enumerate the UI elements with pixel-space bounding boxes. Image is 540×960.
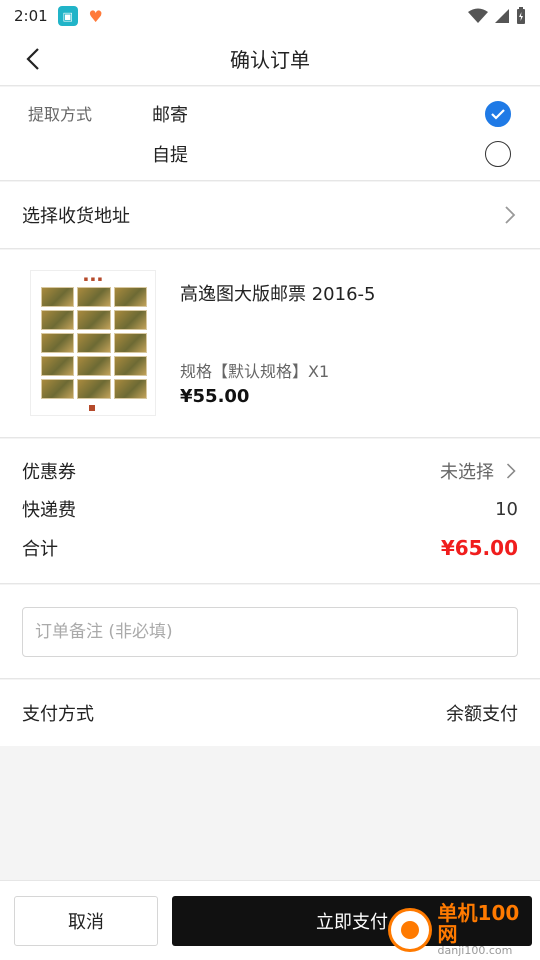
page-title: 确认订单: [230, 48, 310, 72]
total-value: ¥65.00: [440, 536, 518, 560]
option-mail-radio[interactable]: [485, 101, 511, 127]
coupon-row[interactable]: 优惠券 未选择: [22, 456, 518, 486]
battery-icon: [517, 7, 525, 24]
payment-value: 余额支付: [446, 704, 518, 725]
watermark-name: 单机100网: [437, 901, 520, 947]
watermark-url: danji100.com: [437, 944, 513, 958]
order-remark-input[interactable]: [22, 607, 518, 657]
chevron-left-icon: [26, 48, 39, 70]
stamp-grid: [41, 287, 147, 399]
status-icons: [468, 7, 526, 25]
payment-row[interactable]: 支付方式 余额支付: [0, 680, 540, 746]
option-mail[interactable]: 邮寄: [152, 101, 188, 127]
check-icon: [491, 109, 505, 120]
remark-section: [0, 585, 540, 679]
app-notification-icon: ▣: [57, 6, 78, 26]
product-price: ¥55.00: [180, 386, 250, 407]
heart-notification-icon: ♥: [85, 6, 106, 26]
status-bar: 2:01 ▣ ♥: [0, 0, 540, 32]
product-image: ▪ ▪ ▪: [30, 270, 156, 416]
address-row[interactable]: 选择收货地址: [0, 182, 540, 249]
wifi-icon: [468, 8, 488, 23]
coupon-value: 未选择: [440, 462, 494, 483]
chevron-right-icon: [505, 206, 516, 224]
stamp-sheet-seal: [89, 405, 95, 411]
payment-label: 支付方式: [22, 704, 94, 725]
back-button[interactable]: [18, 44, 48, 74]
shipping-row: 快递费 10: [22, 494, 518, 524]
signal-icon: [495, 9, 509, 23]
address-label: 选择收货地址: [22, 206, 130, 227]
option-self-pickup[interactable]: 自提: [152, 141, 188, 167]
total-row: 合计 ¥65.00: [22, 533, 518, 563]
watermark-logo-icon: [388, 908, 432, 952]
shipping-value: 10: [495, 498, 518, 520]
total-label: 合计: [22, 539, 58, 560]
shipping-label: 快递费: [22, 500, 76, 521]
watermark: 单机100网 danji100.com: [388, 901, 538, 958]
status-time: 2:01: [14, 7, 48, 25]
coupon-label: 优惠券: [22, 462, 76, 483]
product-card: ▪ ▪ ▪ 高逸图大版邮票 2016-5 规格【默认规格】X1 ¥55.00: [0, 250, 540, 438]
stamp-sheet-header: ▪ ▪ ▪: [83, 275, 103, 283]
chevron-right-icon: [506, 463, 516, 479]
cancel-button[interactable]: 取消: [14, 896, 158, 946]
pickup-method-section: 提取方式 邮寄 自提: [0, 87, 540, 181]
product-spec: 规格【默认规格】X1: [180, 362, 330, 381]
product-name: 高逸图大版邮票 2016-5: [180, 284, 376, 305]
fees-section: 优惠券 未选择 快递费 10 合计 ¥65.00: [0, 439, 540, 584]
bottom-action-bar: 取消 立即支付 单机100网 danji100.com: [0, 880, 540, 960]
option-self-pickup-radio[interactable]: [485, 141, 511, 167]
pickup-method-label: 提取方式: [28, 105, 93, 124]
app-bar: 确认订单: [0, 32, 540, 86]
